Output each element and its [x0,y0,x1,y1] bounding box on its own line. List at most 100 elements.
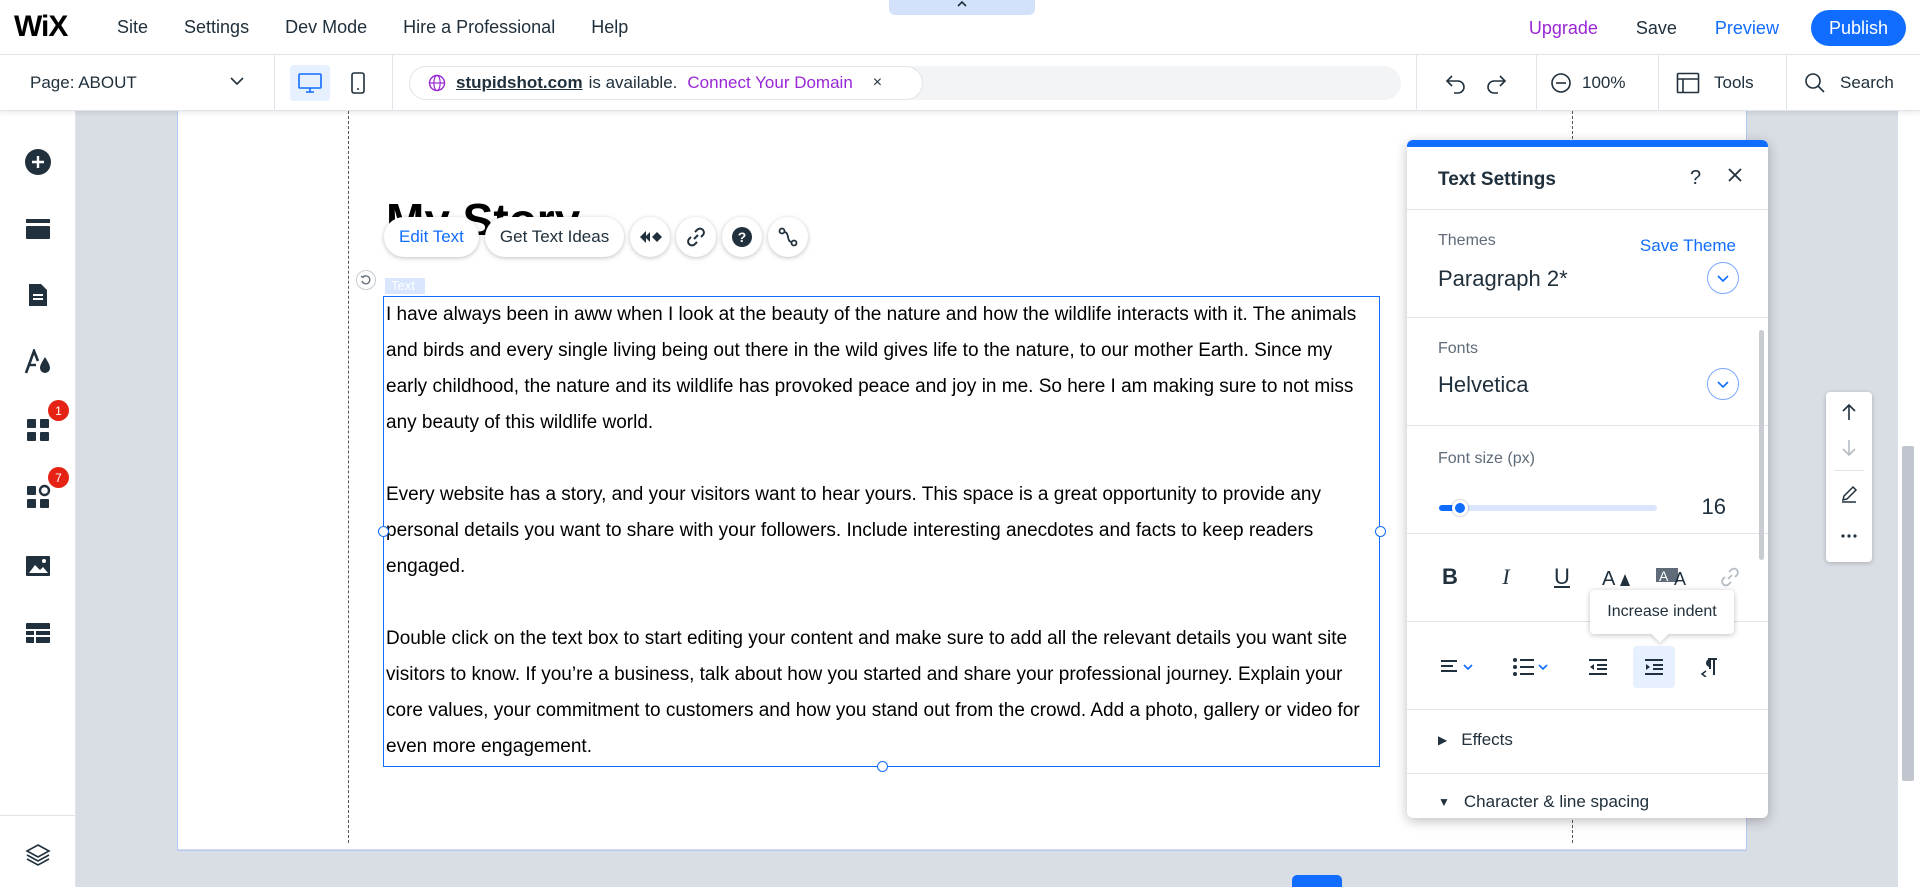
design-button[interactable] [24,348,52,376]
font-size-slider-knob[interactable] [1452,500,1468,516]
domain-available-text: is available. [588,73,678,92]
paragraph-3: Double click on the text box to start ed… [386,628,1360,757]
desktop-icon [298,73,322,93]
upgrade-link[interactable]: Upgrade [1529,18,1598,39]
desktop-view-button[interactable] [290,65,330,101]
panel-header[interactable]: Text Settings ? [1407,147,1768,210]
business-apps-badge: 7 [48,467,69,488]
panel-scrollbar[interactable] [1759,330,1764,560]
spacing-toggle[interactable]: ▼ Character & line spacing [1438,792,1649,812]
preview-button[interactable]: Preview [1715,18,1779,39]
chevron-down-icon [230,77,244,86]
spacing-section[interactable]: ▼ Character & line spacing [1407,774,1768,818]
pencil-icon [1841,485,1858,503]
menu-settings[interactable]: Settings [184,17,249,38]
bold-button[interactable]: B [1429,556,1471,598]
menu-help[interactable]: Help [591,17,628,38]
menu-hire-a-professional[interactable]: Hire a Professional [403,17,555,38]
menu-site[interactable]: Site [117,17,148,38]
rotate-icon [360,275,371,285]
wix-logo[interactable]: WiX [14,10,68,44]
tools-icon [1676,72,1700,94]
collapse-top-bar-handle[interactable] [889,0,1035,15]
effects-toggle[interactable]: ▶ Effects [1438,730,1513,750]
search-button[interactable]: Search [1804,55,1894,111]
tools-button[interactable]: Tools [1676,55,1754,111]
text-direction-button[interactable] [1689,646,1731,688]
media-button[interactable] [24,552,52,580]
animation-button[interactable] [630,217,671,257]
link-button[interactable] [676,217,717,257]
editor-toolbar: Page: ABOUT stupidshot.com is available.… [0,55,1920,111]
sections-button[interactable] [24,215,52,243]
save-theme-link[interactable]: Save Theme [1640,236,1736,256]
edit-text-button[interactable]: Edit Text [384,217,479,257]
underline-button[interactable]: U [1541,556,1583,598]
effects-section[interactable]: ▶ Effects [1407,710,1768,774]
canvas-scrollbar-thumb[interactable] [1902,446,1914,781]
resize-handle-bottom[interactable] [877,761,888,772]
move-down-button[interactable] [1826,430,1872,466]
increase-indent-button[interactable] [1633,646,1675,688]
undo-icon[interactable] [1444,72,1468,94]
connect-domain-link[interactable]: Connect Your Domain [687,73,852,93]
fonts-dropdown-toggle[interactable] [1707,368,1739,400]
edit-design-button[interactable] [1826,476,1872,512]
cms-button[interactable] [24,619,52,647]
save-button[interactable]: Save [1636,18,1677,39]
more-options-button[interactable] [1826,518,1872,554]
resize-handle-left[interactable] [378,526,389,537]
close-icon[interactable] [1727,167,1743,183]
layers-button[interactable] [24,841,52,869]
connect-to-data-button[interactable] [768,217,809,257]
tools-label: Tools [1714,73,1754,92]
panel-help-button[interactable]: ? [1690,167,1701,190]
menu-dev-mode[interactable]: Dev Mode [285,17,367,38]
move-up-button[interactable] [1826,394,1872,430]
fonts-dropdown[interactable]: Helvetica [1438,372,1528,398]
page-selector[interactable]: Page: ABOUT [0,55,275,111]
publish-button[interactable]: Publish [1810,10,1906,46]
list-dropdown[interactable] [1503,646,1559,688]
grid-guide-left [348,111,349,843]
font-size-input[interactable]: 16 [1702,494,1726,520]
paragraph-2: Every website has a story, and your visi… [386,484,1321,577]
alignment-dropdown[interactable] [1429,646,1485,688]
pages-button[interactable] [24,281,52,309]
zoom-control[interactable]: 100% [1550,55,1625,111]
resize-handle-right[interactable] [1375,526,1386,537]
text-box[interactable]: I have always been in aww when I look at… [378,296,1386,772]
animation-icon [640,231,663,243]
apps-button[interactable] [24,416,52,444]
text-color-icon: A [1602,568,1630,588]
media-icon [26,556,50,576]
element-type-tag: Text [385,278,425,294]
close-domain-banner-button[interactable]: × [873,74,882,92]
add-elements-button[interactable] [24,148,52,176]
business-apps-button[interactable] [24,483,52,511]
mobile-view-button[interactable] [340,65,376,101]
themes-dropdown-toggle[interactable] [1707,262,1739,294]
chevron-down-icon [1717,275,1729,283]
pages-icon [29,284,47,306]
effects-label: Effects [1461,730,1513,749]
arrow-up-icon [1842,403,1856,420]
font-size-slider[interactable] [1439,500,1657,516]
link-icon [1721,567,1739,587]
themes-dropdown[interactable]: Paragraph 2* [1438,266,1568,292]
redo-icon[interactable] [1484,72,1508,94]
element-arrange-toolbar [1826,392,1872,562]
top-bar: WiX Site Settings Dev Mode Hire a Profes… [0,0,1920,55]
alignment-section [1407,622,1768,710]
decrease-indent-button[interactable] [1577,646,1619,688]
section-add-handle[interactable] [1292,875,1342,887]
text-element-toolbar: Edit Text Get Text Ideas ? [384,217,809,257]
italic-button[interactable]: I [1485,556,1527,598]
help-button[interactable]: ? [722,217,763,257]
get-text-ideas-button[interactable]: Get Text Ideas [484,217,625,257]
design-icon [24,349,50,374]
fonts-section: Fonts Helvetica [1407,318,1768,426]
align-left-icon [1441,660,1473,672]
domain-name-link[interactable]: stupidshot.com [456,73,583,93]
rotate-handle[interactable] [356,270,376,290]
